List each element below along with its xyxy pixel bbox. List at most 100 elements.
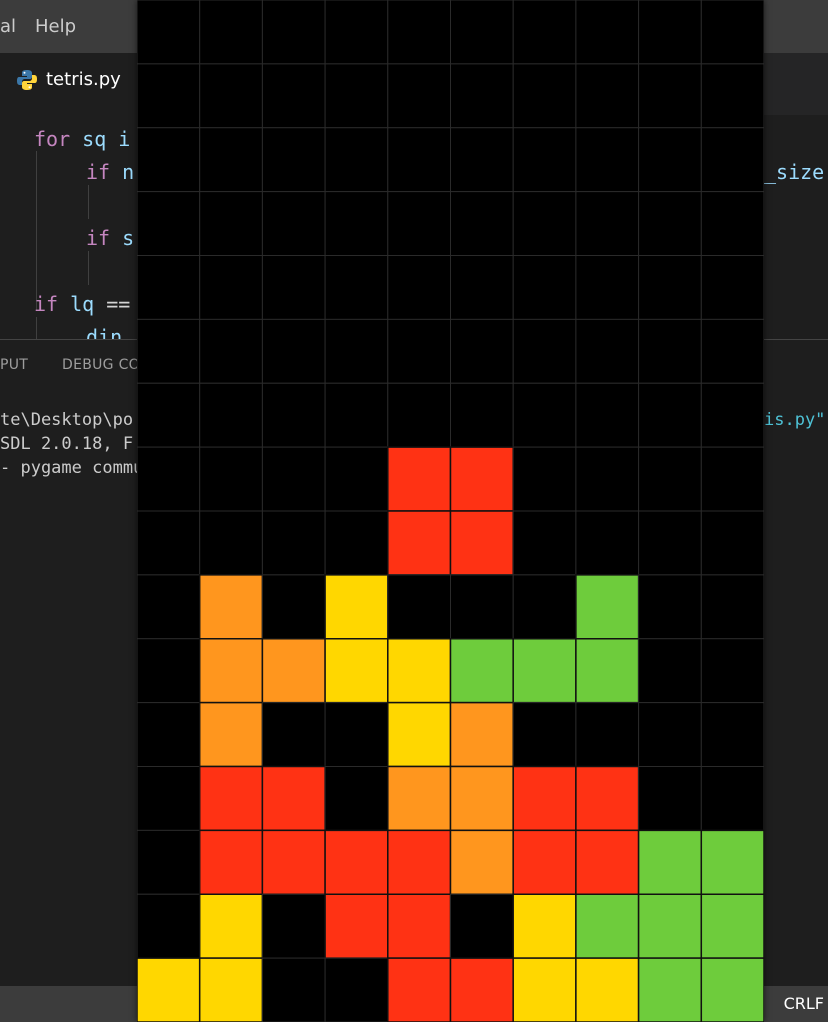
empty-cell [450,63,514,129]
block-cell [449,765,514,832]
empty-cell [324,318,389,384]
empty-cell [638,0,702,65]
empty-cell [450,127,514,193]
empty-cell [700,255,764,320]
empty-cell [137,382,201,448]
tetris-board[interactable] [137,0,764,1022]
empty-cell [512,702,577,767]
empty-cell [512,318,577,384]
empty-cell [575,702,640,767]
empty-cell [324,127,389,193]
empty-cell [512,446,577,512]
code-token: if [86,160,111,184]
empty-cell [450,191,514,256]
empty-cell [261,510,326,576]
empty-cell [137,318,201,384]
empty-cell [700,0,764,65]
empty-cell [387,318,452,384]
empty-cell [324,0,389,65]
indent-guide [36,151,37,311]
menu-item-terminal[interactable]: al [0,16,16,38]
block-cell [637,829,703,895]
empty-cell [261,0,326,65]
tab-output[interactable]: PUT [0,357,28,373]
block-cell [637,957,703,1022]
empty-cell [199,510,263,576]
empty-cell [261,382,326,448]
block-cell [387,957,452,1022]
code-token: if [34,292,59,316]
empty-cell [137,638,201,704]
empty-cell [261,191,326,256]
empty-cell [261,702,326,767]
block-cell [198,638,264,704]
tetris-game-window[interactable] [137,0,764,1022]
block-cell [449,701,514,768]
indent-guide [36,317,37,340]
empty-cell [700,638,764,704]
empty-cell [137,127,201,193]
empty-cell [575,191,640,256]
block-cell [575,893,640,959]
empty-cell [700,127,764,193]
block-cell [449,446,514,512]
code-token: if [86,226,111,250]
empty-cell [638,191,702,256]
block-cell [198,829,264,895]
editor-tab-label: tetris.py [46,69,121,90]
menu-item-help[interactable]: Help [35,16,76,38]
empty-cell [137,893,201,959]
empty-cell [387,0,452,65]
block-cell [387,829,452,895]
empty-cell [324,255,389,320]
code-token: lq [58,292,107,316]
empty-cell [700,191,764,256]
empty-cell [387,127,452,193]
empty-cell [324,63,389,129]
empty-cell [575,510,640,576]
block-cell [198,701,264,768]
empty-cell [575,63,640,129]
block-cell [449,829,514,895]
status-line-ending[interactable]: CRLF [784,994,824,1013]
code-token: n [110,160,135,184]
empty-cell [387,191,452,256]
block-cell [512,829,577,895]
empty-cell [261,127,326,193]
block-cell [512,957,577,1022]
block-cell [324,574,389,640]
empty-cell [324,957,389,1022]
block-cell [387,893,452,959]
empty-cell [512,0,577,65]
block-cell [512,765,577,832]
editor-tab-tetris[interactable]: tetris.py [0,53,160,115]
empty-cell [261,318,326,384]
empty-cell [324,382,389,448]
terminal-path-fragment: is.py" [764,410,826,430]
empty-cell [137,574,201,640]
block-cell [512,893,577,959]
block-cell [137,957,201,1022]
block-cell [198,893,264,959]
block-cell [449,638,514,704]
block-cell [198,765,264,832]
block-cell [261,765,326,832]
block-cell [449,510,514,576]
terminal-line: SDL 2.0.18, F [0,434,134,454]
empty-cell [512,255,577,320]
empty-cell [512,382,577,448]
tab-debug-console[interactable]: DEBUG CO [62,357,140,373]
empty-cell [137,766,201,831]
empty-cell [638,574,702,640]
code-line: for sq i [34,127,130,151]
empty-cell [387,255,452,320]
code-line: if n [86,160,134,184]
block-cell [387,510,452,576]
empty-cell [512,574,577,640]
empty-cell [700,63,764,129]
empty-cell [575,255,640,320]
empty-cell [638,510,702,576]
block-cell [324,893,389,959]
empty-cell [700,766,764,831]
code-token: din [86,325,123,340]
